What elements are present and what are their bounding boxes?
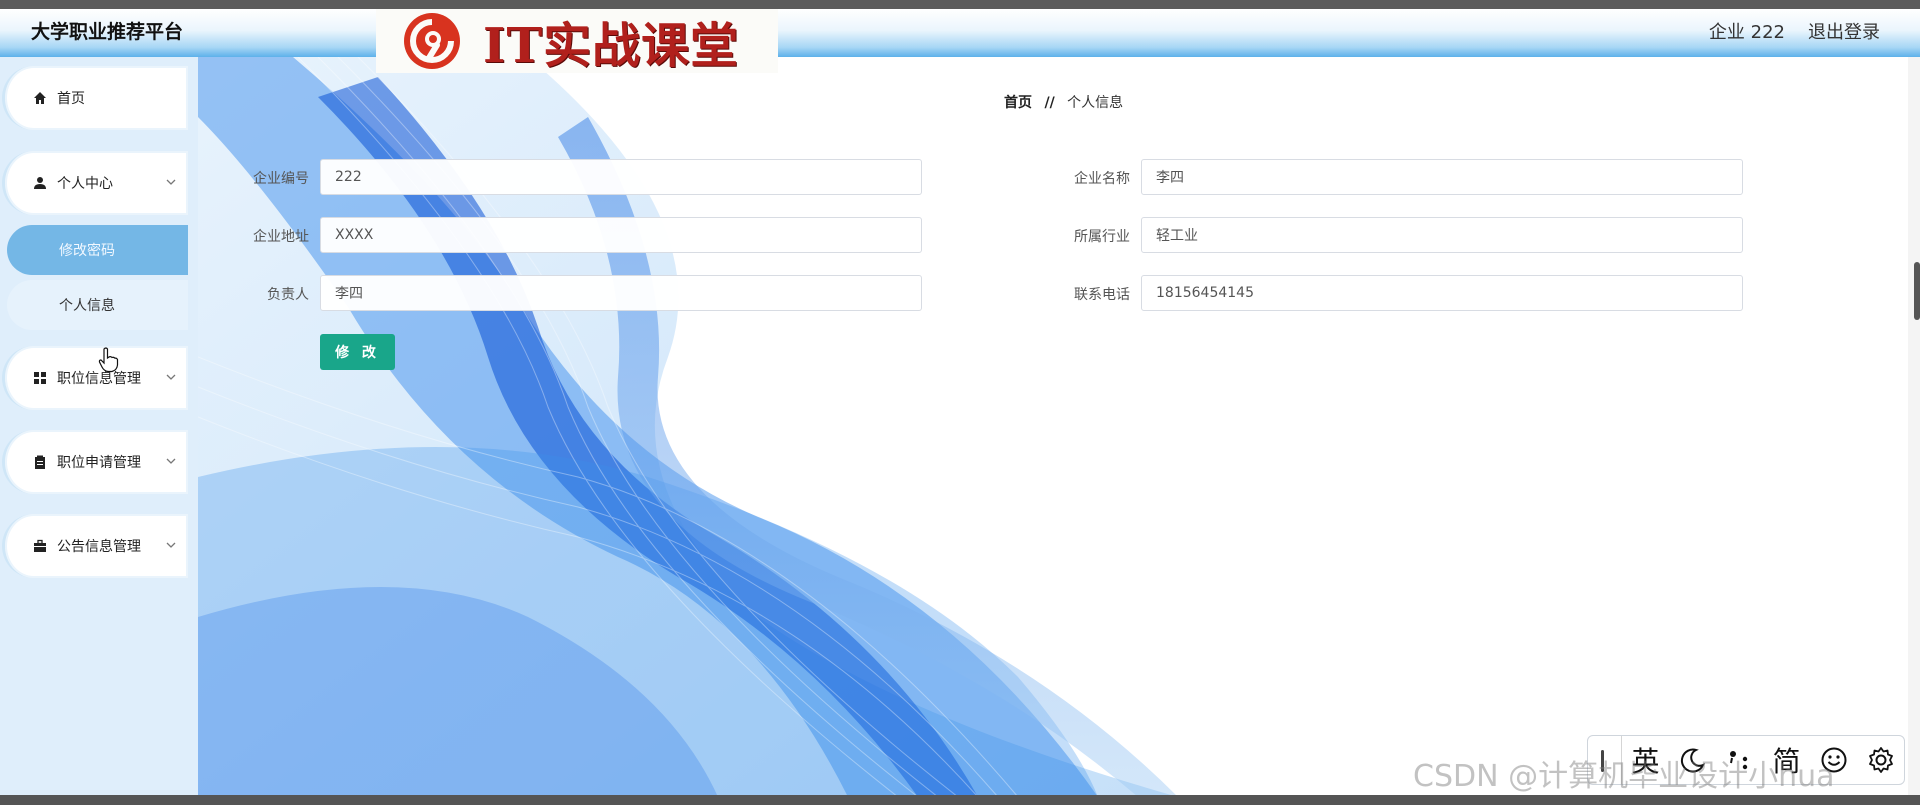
chevron-down-icon [166, 542, 176, 548]
ime-moon-icon[interactable] [1669, 736, 1716, 784]
sidebar: 首页 个人中心 修改密码 个人信息 职位信息管理 职位申请管理 公告信息管理 [0, 57, 198, 797]
user-icon [34, 177, 46, 189]
chevron-down-icon [166, 179, 176, 185]
watermark-logo-banner: IT实战课堂 [376, 9, 778, 74]
phone-label: 联系电话 [1074, 287, 1130, 303]
ime-toolbar: 英 简 [1587, 735, 1905, 785]
industry-input[interactable] [1141, 217, 1743, 253]
modify-button[interactable]: 修 改 [320, 334, 395, 370]
sidebar-subitem-change-password[interactable]: 修改密码 [7, 225, 188, 275]
main-content: 首页 // 个人信息 企业编号 企业名称 企业地址 所属行业 负责人 联系电话 … [198, 57, 1908, 797]
sidebar-item-home[interactable]: 首页 [2, 66, 188, 130]
scrollbar-thumb[interactable] [1914, 262, 1920, 320]
company-id-input[interactable] [320, 159, 922, 195]
home-icon [34, 92, 46, 104]
industry-label: 所属行业 [1074, 229, 1130, 245]
sidebar-item-job-info[interactable]: 职位信息管理 [2, 346, 188, 410]
company-address-label: 企业地址 [253, 229, 309, 245]
ime-settings-gear-icon[interactable] [1857, 736, 1904, 784]
chevron-down-icon [166, 458, 176, 464]
ime-emoji-icon[interactable] [1810, 736, 1857, 784]
breadcrumb-home-link[interactable]: 首页 [1004, 95, 1032, 111]
sidebar-item-label: 公告信息管理 [57, 539, 141, 555]
window-top-strip [0, 0, 1920, 9]
swirl-logo-icon [404, 13, 460, 69]
chevron-down-icon [166, 374, 176, 380]
company-address-input[interactable] [320, 217, 922, 253]
top-header: 大学职业推荐平台 企业 222 退出登录 [0, 9, 1920, 57]
breadcrumb: 首页 // 个人信息 [1004, 92, 1123, 112]
grid-icon [34, 372, 46, 384]
ime-punctuation-icon[interactable] [1716, 736, 1763, 784]
sidebar-subitem-personal-info[interactable]: 个人信息 [7, 280, 188, 330]
logout-link[interactable]: 退出登录 [1808, 18, 1880, 44]
breadcrumb-separator: // [1044, 95, 1055, 111]
sidebar-item-label: 首页 [57, 91, 85, 107]
company-name-label: 企业名称 [1074, 171, 1130, 187]
person-in-charge-label: 负责人 [267, 287, 309, 303]
mouse-pointer-hand-icon [98, 347, 119, 373]
company-id-label: 企业编号 [253, 171, 309, 187]
banner-text: IT实战课堂 [483, 18, 740, 74]
current-user-label: 企业 222 [1708, 22, 1785, 43]
sidebar-item-personal-center[interactable]: 个人中心 [2, 151, 188, 215]
sidebar-item-announcements[interactable]: 公告信息管理 [2, 514, 188, 578]
window-bottom-strip [0, 795, 1920, 805]
page-scrollbar[interactable] [1908, 57, 1920, 797]
sidebar-item-label: 个人中心 [57, 176, 113, 192]
ime-drag-handle[interactable] [1588, 736, 1622, 784]
ime-language-toggle[interactable]: 英 [1622, 736, 1669, 784]
sidebar-item-job-applications[interactable]: 职位申请管理 [2, 430, 188, 494]
brand-title: 大学职业推荐平台 [31, 21, 184, 43]
briefcase-icon [34, 539, 46, 552]
clipboard-icon [35, 455, 45, 469]
ime-simplified-toggle[interactable]: 简 [1763, 736, 1810, 784]
breadcrumb-current: 个人信息 [1067, 95, 1124, 111]
sidebar-item-label: 职位申请管理 [57, 455, 141, 471]
company-name-input[interactable] [1141, 159, 1743, 195]
phone-input[interactable] [1141, 275, 1743, 311]
person-in-charge-input[interactable] [320, 275, 922, 311]
